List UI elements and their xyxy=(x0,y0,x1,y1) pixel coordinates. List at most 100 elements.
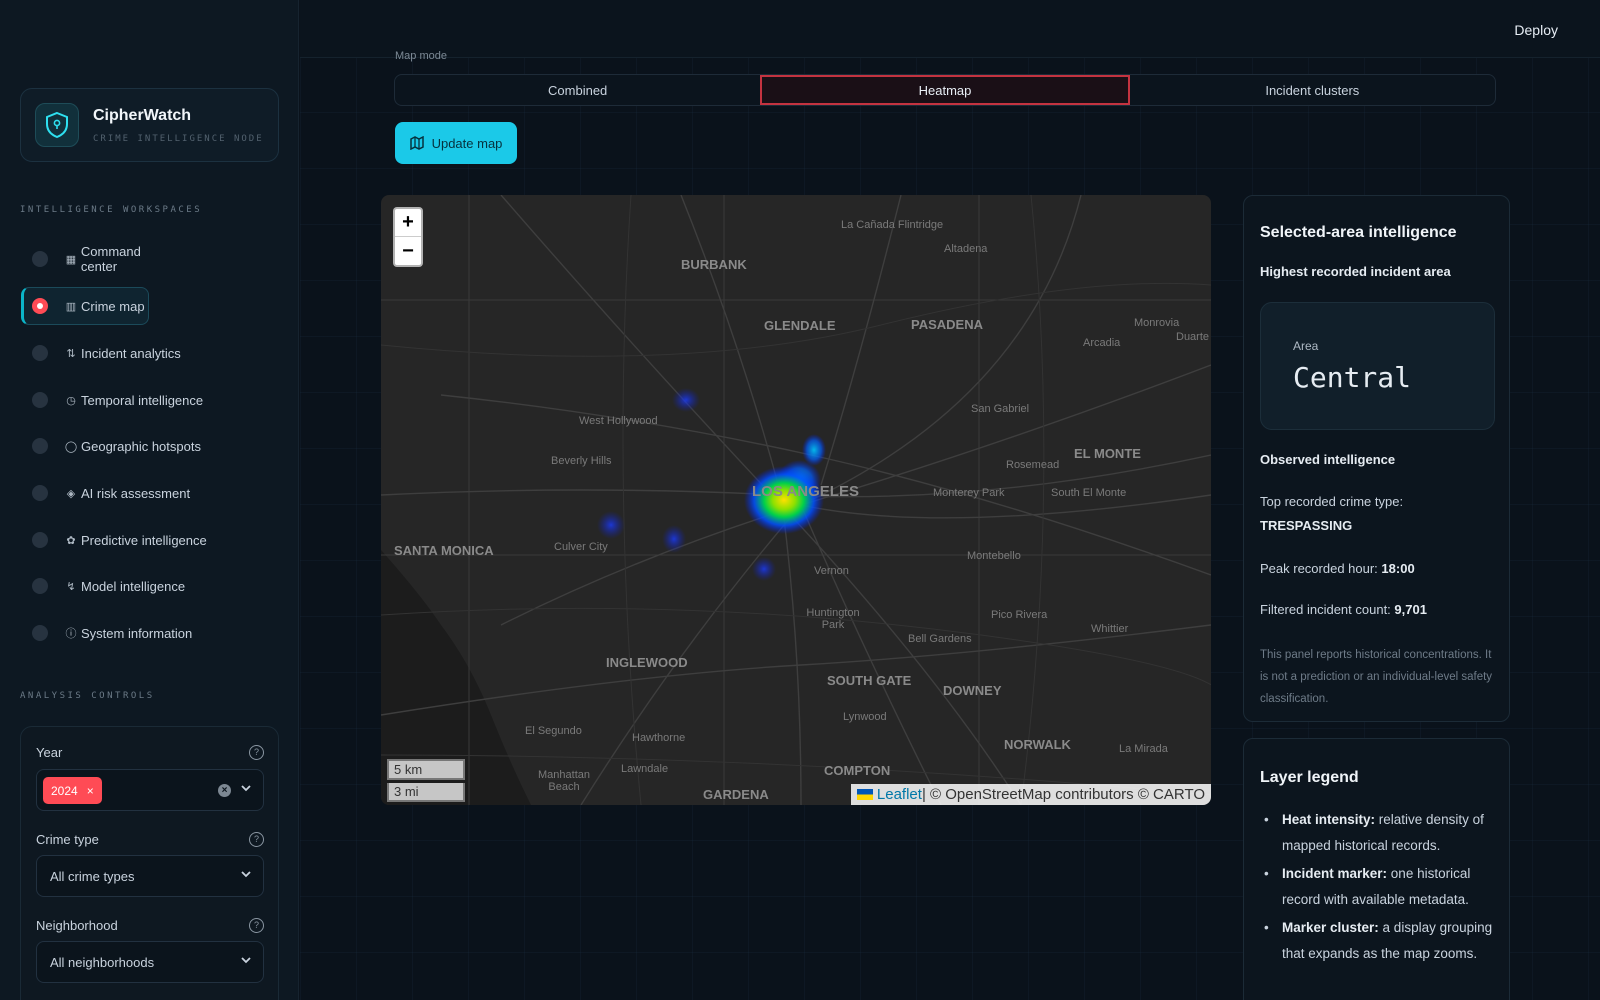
sidebar-item-label: Command center xyxy=(80,244,141,274)
help-icon[interactable]: ? xyxy=(249,832,264,847)
sidebar-item-model-intelligence[interactable]: ↯ Model intelligence xyxy=(21,567,201,605)
map-label: Hawthorne xyxy=(632,732,686,744)
sidebar-item-label: Incident analytics xyxy=(81,345,181,361)
update-map-label: Update map xyxy=(431,135,503,151)
map-label: San Gabriel xyxy=(971,403,1030,415)
peak-hour: Peak recorded hour: 18:00 xyxy=(1260,561,1415,576)
legend-list: Heat intensity: relative density of mapp… xyxy=(1260,807,1500,969)
panel-title: Selected-area intelligence xyxy=(1260,224,1457,241)
crime-type-select[interactable]: All crime types xyxy=(36,855,264,897)
sidebar-item-predictive-intelligence[interactable]: ✿ Predictive intelligence xyxy=(21,521,216,559)
map-label: Pico Rivera xyxy=(991,609,1048,621)
map-mode-option-combined[interactable]: Combined xyxy=(395,75,760,105)
map-label: Montebello xyxy=(967,550,1021,562)
remove-tag-icon[interactable]: × xyxy=(87,784,94,798)
sidebar-item-label: Model intelligence xyxy=(81,578,186,594)
sidebar-item-crime-map[interactable]: ▥ Crime map xyxy=(21,287,149,325)
help-icon[interactable]: ? xyxy=(249,918,264,933)
radio-icon xyxy=(32,392,48,408)
map-mode-option-heatmap[interactable]: Heatmap xyxy=(760,75,1130,105)
area-card: Area Central xyxy=(1260,302,1495,430)
shield-check-icon: ◈ xyxy=(66,487,76,500)
map-label: Arcadia xyxy=(1083,337,1121,349)
crime-type-label: Crime type xyxy=(36,832,99,847)
map-label: SOUTH GATE xyxy=(827,673,912,688)
map-label: LOS ANGELES xyxy=(752,483,859,500)
sidebar-item-geographic-hotspots[interactable]: ◯ Geographic hotspots xyxy=(21,427,211,465)
map-mode-option-incident-clusters[interactable]: Incident clusters xyxy=(1130,75,1495,105)
sidebar-item-label: Temporal intelligence xyxy=(81,392,204,408)
map-label: Monrovia xyxy=(1134,317,1180,329)
count-value: 9,701 xyxy=(1394,602,1427,617)
map-label: Bell Gardens xyxy=(908,633,972,645)
sidebar-item-label: System information xyxy=(81,625,193,641)
zoom-in-button[interactable]: + xyxy=(395,209,421,237)
crime-type-value: All crime types xyxy=(50,869,135,884)
radio-icon xyxy=(32,532,48,548)
sidebar-item-label: AI risk assessment xyxy=(81,485,191,501)
map-label: GARDENA xyxy=(703,787,769,802)
year-multiselect[interactable]: 2024 × × xyxy=(36,769,264,811)
neighborhood-select[interactable]: All neighborhoods xyxy=(36,941,264,983)
chevron-down-icon xyxy=(241,785,251,792)
help-icon[interactable]: ? xyxy=(249,745,264,760)
clear-icon[interactable]: × xyxy=(218,784,231,797)
map-label: Manhattan Beach xyxy=(538,769,590,793)
incident-count: Filtered incident count: 9,701 xyxy=(1260,602,1427,617)
legend-title: Layer legend xyxy=(1260,769,1359,786)
scale-mi: 3 mi xyxy=(387,783,465,802)
radio-icon xyxy=(32,625,48,641)
selected-area-panel: Selected-area intelligence Highest recor… xyxy=(1243,195,1510,722)
chevron-down-icon xyxy=(241,957,251,964)
workspaces-label: INTELLIGENCE WORKSPACES xyxy=(20,205,203,215)
map-label: NORWALK xyxy=(1004,737,1071,752)
brand-subtitle: CRIME INTELLIGENCE NODE xyxy=(93,134,264,144)
map-attribution: Leaflet | © OpenStreetMap contributors ©… xyxy=(850,784,1211,805)
map-label: Duarte xyxy=(1176,331,1210,343)
legend-term: Marker cluster: xyxy=(1282,920,1379,935)
map-label: GLENDALE xyxy=(764,318,836,333)
map-label: INGLEWOOD xyxy=(606,655,688,670)
panel-disclaimer: This panel reports historical concentrat… xyxy=(1260,649,1493,705)
area-label: Area xyxy=(1293,339,1319,353)
info-icon: ⓘ xyxy=(65,628,77,640)
map-label: El Segundo xyxy=(525,725,582,737)
update-map-button[interactable]: Update map xyxy=(395,122,517,164)
map-icon: ▥ xyxy=(65,300,77,313)
map-label: Rosemead xyxy=(1006,459,1060,471)
analysis-controls: Year ? 2024 × × Crime type ? All crime t… xyxy=(20,726,279,1000)
legend-item: Marker cluster: a display grouping that … xyxy=(1260,915,1500,967)
map-label: Lynwood xyxy=(843,711,887,723)
scale-km: 5 km xyxy=(387,759,465,780)
sidebar-item-command-center[interactable]: ▦ Command center xyxy=(21,240,181,278)
legend-term: Incident marker: xyxy=(1282,866,1388,881)
map-icon xyxy=(409,136,424,150)
map-label: COMPTON xyxy=(824,763,891,778)
sidebar-item-ai-risk-assessment[interactable]: ◈ AI risk assessment xyxy=(21,474,201,512)
legend-item: Incident marker: one historical record w… xyxy=(1260,861,1500,913)
panel-subtitle: Highest recorded incident area xyxy=(1260,264,1451,279)
sidebar-item-temporal-intelligence[interactable]: ◷ Temporal intelligence xyxy=(21,381,211,419)
map-mode-segmented-control: Combined Heatmap Incident clusters xyxy=(394,74,1496,106)
count-label: Filtered incident count: xyxy=(1260,602,1391,617)
sidebar: CipherWatch CRIME INTELLIGENCE NODE INTE… xyxy=(0,0,299,1000)
brain-icon: ✿ xyxy=(66,534,76,547)
sidebar-item-system-information[interactable]: ⓘ System information xyxy=(21,614,201,652)
observed-label: Observed intelligence xyxy=(1260,452,1396,467)
dashboard-icon: ▦ xyxy=(65,253,77,266)
legend-item: Heat intensity: relative density of mapp… xyxy=(1260,807,1500,859)
map-label: EL MONTE xyxy=(1074,446,1141,461)
deploy-button[interactable]: Deploy xyxy=(1514,22,1558,38)
model-icon: ↯ xyxy=(66,580,76,593)
leaflet-link[interactable]: Leaflet xyxy=(877,786,922,803)
map-view[interactable]: BURBANK La Cañada Flintridge Altadena GL… xyxy=(381,195,1211,805)
radio-icon xyxy=(32,345,48,361)
radio-icon xyxy=(32,438,48,454)
map-label: BURBANK xyxy=(681,257,747,272)
brand-name: CipherWatch xyxy=(93,107,192,124)
map-label: Huntington Park xyxy=(806,607,860,631)
sidebar-item-incident-analytics[interactable]: ⇅ Incident analytics xyxy=(21,334,191,372)
zoom-out-button[interactable]: − xyxy=(395,237,421,265)
year-tag[interactable]: 2024 × xyxy=(43,777,102,804)
clock-icon: ◷ xyxy=(66,394,76,407)
